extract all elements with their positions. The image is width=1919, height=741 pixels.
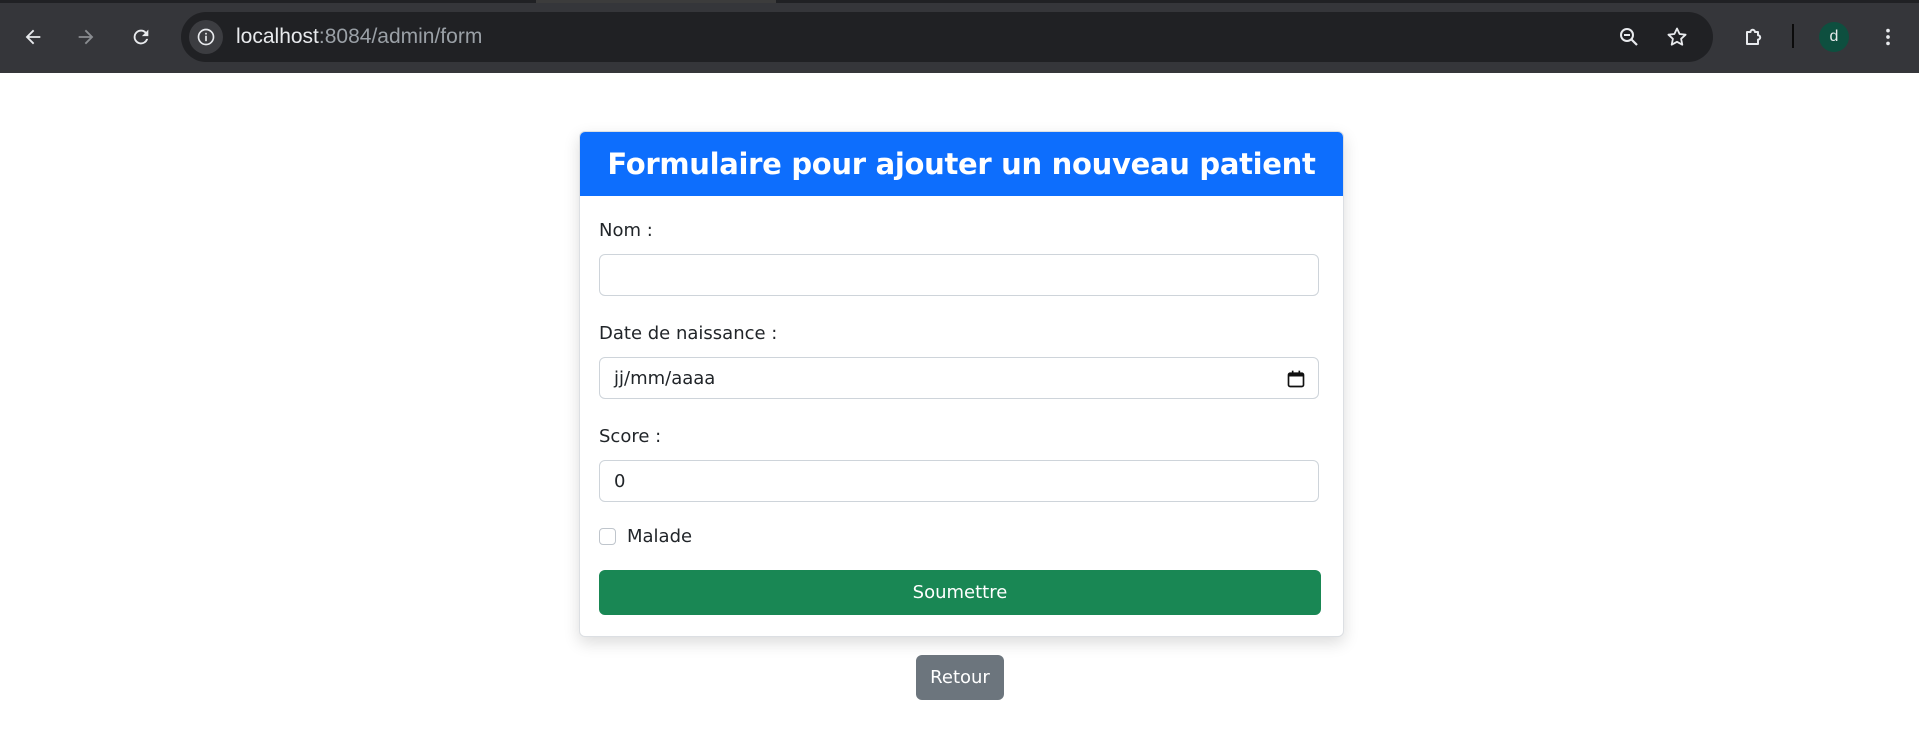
calendar-icon[interactable] [1286, 369, 1306, 389]
date-label: Date de naissance : [599, 323, 778, 344]
more-vert-icon [1886, 28, 1890, 46]
submit-button[interactable]: Soumettre [599, 570, 1321, 615]
back-link-button[interactable]: Retour [916, 655, 1004, 700]
date-placeholder: jj/mm/aaaa [614, 367, 716, 389]
zoom-out-icon [1620, 28, 1638, 46]
profile-avatar[interactable]: d [1819, 22, 1849, 52]
reload-icon [133, 29, 149, 45]
extensions-icon [1746, 28, 1762, 45]
browser-toolbar: localhost:8084/admin/form d [0, 0, 1919, 73]
url-path: :8084/admin/form [318, 25, 483, 48]
site-info-button[interactable] [189, 20, 223, 54]
active-tab-edge [536, 0, 776, 3]
site-info-icon [197, 28, 215, 46]
zoom-button[interactable] [1615, 23, 1643, 51]
url-text: localhost:8084/admin/form [236, 26, 482, 48]
score-label: Score : [599, 426, 662, 447]
form-title: Formulaire pour ajouter un nouveau patie… [607, 147, 1316, 181]
toolbar-divider [1792, 24, 1794, 48]
card-header: Formulaire pour ajouter un nouveau patie… [580, 132, 1343, 196]
reload-button[interactable] [122, 18, 160, 56]
score-input[interactable]: 0 [599, 460, 1319, 502]
url-host: localhost [236, 25, 319, 48]
back-button[interactable] [14, 18, 52, 56]
star-icon [1667, 27, 1687, 46]
extensions-button[interactable] [1735, 18, 1773, 56]
back-arrow-icon [25, 29, 41, 45]
menu-button[interactable] [1869, 18, 1907, 56]
bookmark-button[interactable] [1663, 23, 1691, 51]
address-bar[interactable]: localhost:8084/admin/form [181, 12, 1713, 62]
malade-label[interactable]: Malade [627, 526, 692, 547]
malade-checkbox[interactable] [599, 528, 616, 545]
patient-form-card: Formulaire pour ajouter un nouveau patie… [579, 131, 1344, 637]
tab-strip-edge [0, 0, 1919, 3]
nom-label: Nom : [599, 220, 653, 241]
forward-button[interactable] [67, 18, 105, 56]
forward-arrow-icon [78, 29, 94, 45]
date-input[interactable]: jj/mm/aaaa [599, 357, 1319, 399]
nom-input[interactable] [599, 254, 1319, 296]
